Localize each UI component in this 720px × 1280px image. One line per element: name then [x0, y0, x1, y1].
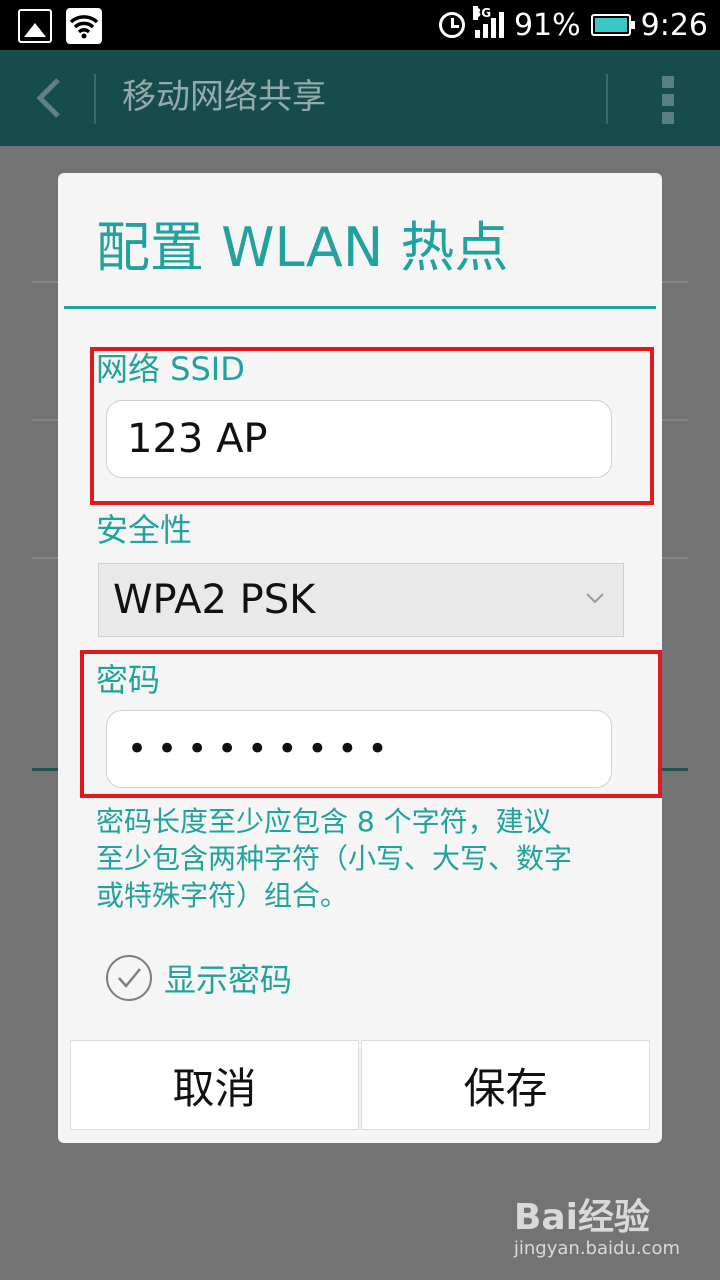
show-password-checkbox[interactable]: 显示密码: [106, 955, 292, 1001]
status-time: 9:26: [640, 7, 708, 43]
overflow-menu-icon[interactable]: [662, 76, 676, 124]
action-bar: 移动网络共享: [0, 50, 720, 146]
title-divider: [64, 306, 656, 309]
cancel-button[interactable]: 取消: [70, 1040, 359, 1130]
security-label: 安全性: [96, 511, 193, 549]
checkmark-icon: [106, 955, 152, 1001]
watermark-url: jingyan.baidu.com: [513, 1238, 680, 1259]
security-select[interactable]: WPA2 PSK: [98, 563, 624, 637]
image-notification-icon: [18, 9, 52, 43]
hint-line: 密码长度至少应包含 8 个字符，建议: [96, 805, 552, 838]
chevron-down-icon: [586, 593, 604, 604]
battery-percent: 91%: [513, 7, 581, 43]
signal-strength-icon: 3G: [472, 6, 504, 38]
hint-line: 至少包含两种字符（小写、大写、数字: [96, 842, 573, 875]
hint-line: 或特殊字符）组合。: [96, 879, 349, 912]
ssid-highlight-box: [90, 347, 654, 505]
network-type-label: 3G: [472, 6, 492, 20]
baidu-jingyan-watermark: Bai经验 jingyan.baidu.com: [514, 1198, 680, 1260]
alarm-clock-icon: [438, 12, 465, 38]
security-value: WPA2 PSK: [113, 577, 316, 623]
password-highlight-box: [80, 650, 662, 798]
watermark-logo: Bai经验: [513, 1197, 650, 1238]
toolbar-divider: [94, 74, 96, 124]
password-hint: 密码长度至少应包含 8 个字符，建议 至少包含两种字符（小写、大写、数字 或特殊…: [96, 803, 636, 914]
dialog-buttons: 取消 保存: [70, 1040, 650, 1130]
wifi-hotspot-icon: [66, 8, 102, 44]
page-title: 移动网络共享: [122, 77, 326, 117]
dialog-title: 配置 WLAN 热点: [96, 216, 509, 279]
chevron-left-icon[interactable]: [30, 76, 70, 120]
show-password-label: 显示密码: [164, 961, 293, 999]
status-bar: 3G 91% 9:26: [0, 0, 720, 50]
toolbar-divider: [606, 74, 608, 124]
battery-icon: [590, 14, 635, 36]
save-button[interactable]: 保存: [361, 1040, 650, 1130]
